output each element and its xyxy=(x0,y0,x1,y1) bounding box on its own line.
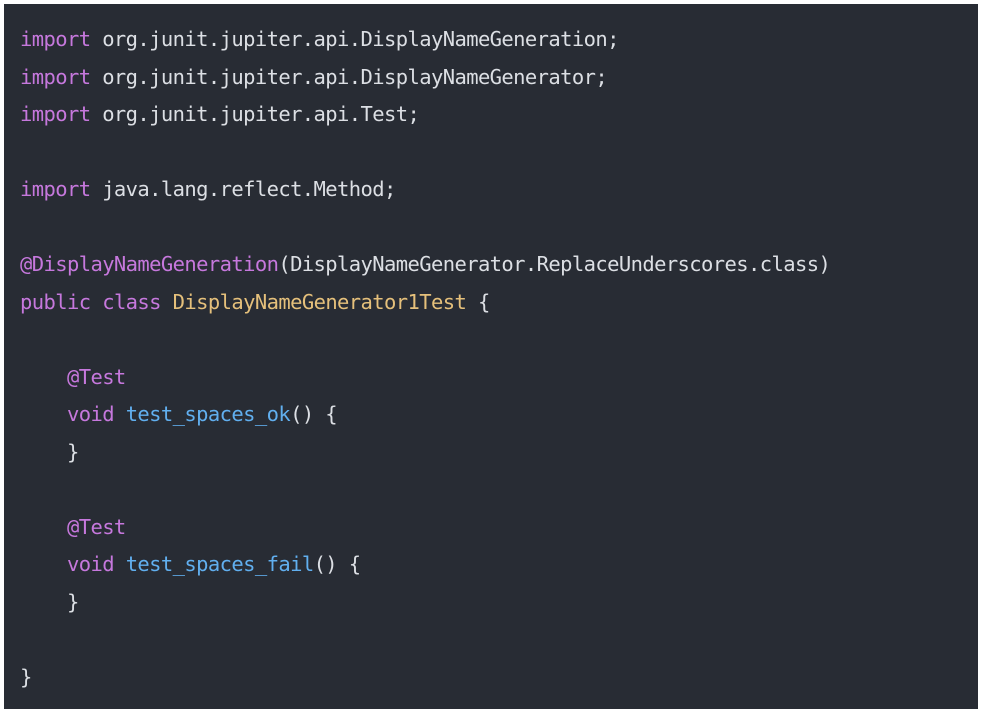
code-token-function: test_spaces_fail xyxy=(125,552,314,576)
code-token-keyword: public xyxy=(20,289,91,314)
code-line[interactable]: @Test xyxy=(20,509,978,547)
code-token-function: test_spaces_ok xyxy=(125,402,291,426)
code-token-plain: () { xyxy=(290,402,338,426)
code-token-plain: (DisplayNameGenerator.ReplaceUnderscores… xyxy=(278,252,831,276)
code-line[interactable]: import org.junit.jupiter.api.DisplayName… xyxy=(20,21,978,59)
code-line[interactable]: } xyxy=(20,584,978,622)
code-token-keyword: import xyxy=(20,102,91,126)
code-token-plain: } xyxy=(20,664,32,689)
code-line[interactable] xyxy=(20,209,978,247)
code-line[interactable] xyxy=(20,321,978,359)
code-line[interactable]: @Test xyxy=(20,359,978,397)
code-line[interactable]: import org.junit.jupiter.api.Test; xyxy=(20,96,978,134)
code-token-annotation: @Test xyxy=(66,514,126,539)
code-token-plain: { xyxy=(466,289,490,314)
code-line[interactable] xyxy=(20,134,978,172)
code-line[interactable]: void test_spaces_ok() { xyxy=(20,396,978,434)
code-token-plain: () { xyxy=(313,552,362,576)
code-token-keyword: import xyxy=(20,64,91,89)
code-token-keyword: void xyxy=(66,552,115,576)
code-token-plain: } xyxy=(20,439,79,464)
code-token-plain: org.junit.jupiter.api.Test; xyxy=(90,102,420,126)
code-line[interactable]: import org.junit.jupiter.api.DisplayName… xyxy=(20,59,978,97)
code-line[interactable] xyxy=(20,471,978,509)
code-token-plain: } xyxy=(20,589,79,614)
code-line[interactable]: } xyxy=(20,434,978,472)
code-token-keyword: void xyxy=(66,402,115,426)
code-token-plain: org.junit.jupiter.api.DisplayNameGenerat… xyxy=(90,27,619,51)
code-line[interactable]: public class DisplayNameGenerator1Test { xyxy=(20,284,978,322)
code-line[interactable]: import java.lang.reflect.Method; xyxy=(20,171,978,209)
code-editor-panel[interactable]: import org.junit.jupiter.api.DisplayName… xyxy=(4,4,978,709)
code-line[interactable]: } xyxy=(20,659,978,697)
code-token-plain: java.lang.reflect.Method; xyxy=(90,177,396,201)
code-token-annotation: @DisplayNameGeneration xyxy=(20,252,279,276)
code-token-keyword: import xyxy=(20,27,91,51)
code-line[interactable] xyxy=(20,621,978,659)
code-token-keyword: class xyxy=(102,289,161,314)
code-line[interactable]: void test_spaces_fail() { xyxy=(20,546,978,584)
code-line[interactable]: @DisplayNameGeneration(DisplayNameGenera… xyxy=(20,246,978,284)
code-token-plain: org.junit.jupiter.api.DisplayNameGenerat… xyxy=(90,64,608,89)
code-token-keyword: import xyxy=(20,177,91,201)
code-token-annotation: @Test xyxy=(66,364,126,389)
code-token-classname: DisplayNameGenerator1Test xyxy=(172,289,467,314)
